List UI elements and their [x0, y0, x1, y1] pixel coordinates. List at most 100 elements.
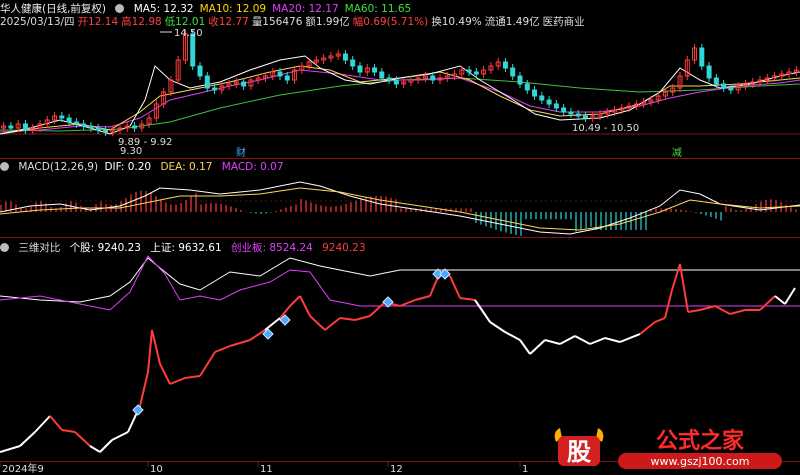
candle-body	[81, 123, 87, 127]
stock-line-segment	[729, 309, 746, 315]
stock-line-segment	[369, 301, 386, 317]
candle-body	[473, 71, 479, 75]
stock-line-segment	[474, 299, 491, 323]
candle-body	[277, 71, 283, 77]
stock-line-segment	[289, 295, 301, 307]
stock-line-segment	[574, 335, 591, 345]
signal-diamonds[interactable]	[132, 268, 451, 416]
candlesticks[interactable]	[1, 30, 799, 136]
stock-line-segment	[759, 295, 776, 311]
stock-line-segment	[664, 289, 673, 319]
macd-histogram	[0, 190, 797, 236]
stock-line-segment	[339, 317, 356, 321]
candle-body	[699, 47, 705, 67]
watermark: 股 公式之家 www.gszj100.com	[550, 424, 790, 472]
candle-body	[510, 67, 516, 77]
candle-body	[582, 115, 588, 119]
stock-line-segment	[169, 377, 186, 385]
candle-body	[524, 83, 530, 91]
candle-body	[721, 83, 727, 89]
stock-line-segment	[139, 371, 149, 407]
candle-body	[386, 77, 392, 81]
x-tick-label: 10	[150, 464, 163, 475]
candle-body	[502, 61, 508, 69]
candle-body	[132, 125, 138, 129]
stock-line-segment	[679, 263, 689, 313]
candle-body	[22, 123, 28, 131]
stock-line-segment	[619, 333, 641, 343]
stock-line-segment	[111, 431, 129, 441]
candle-body	[713, 77, 719, 85]
x-axis: 2024年9 10 11 12 1	[0, 461, 528, 475]
stock-line-segment	[89, 445, 101, 453]
stock-line-segment	[264, 317, 281, 331]
stock-line-segment	[99, 439, 113, 453]
stock-line-segment	[784, 287, 796, 305]
stock-line-segment	[0, 445, 21, 453]
watermark-title: 公式之家	[656, 428, 745, 454]
stock-line-segment	[504, 331, 521, 341]
candle-body	[728, 87, 734, 91]
stock-line-segment	[604, 337, 621, 343]
stock-line-segment	[354, 315, 371, 321]
range-annotation-1: 9.89 - 9.92	[118, 137, 173, 148]
stock-line-segment	[449, 275, 461, 299]
candle-body	[553, 103, 559, 109]
stock-line-segment	[159, 363, 171, 385]
stock-line-segment	[489, 321, 506, 333]
candle-body	[546, 99, 552, 105]
x-tick-label: 2024年9	[2, 462, 44, 475]
stock-line-segment	[19, 431, 36, 447]
event-tag-reduce[interactable]: 减	[672, 147, 682, 159]
stock-line-segment	[519, 339, 531, 355]
ma5-line	[0, 55, 800, 135]
candle-body	[241, 81, 247, 87]
candle-body	[204, 75, 210, 89]
candle-body	[102, 129, 108, 133]
candle-body	[575, 113, 581, 117]
candle-body	[532, 89, 538, 97]
candle-body	[66, 117, 72, 123]
stock-line-segment	[414, 295, 431, 301]
stock-line-segment	[671, 263, 681, 291]
watermark-logo: 股	[567, 438, 591, 466]
stock-line-segment	[529, 339, 546, 355]
candle-body	[430, 75, 436, 81]
high-annotation: 14.50	[174, 28, 203, 39]
stock-line-segment	[714, 305, 731, 315]
watermark-url: www.gszj100.com	[650, 455, 749, 468]
range-annotation-2: 10.49 - 10.50	[572, 123, 639, 134]
stock-line-segment	[229, 339, 251, 347]
stock-line-segment	[74, 431, 91, 447]
candle-body	[8, 125, 14, 129]
x-tick-label: 12	[390, 464, 403, 475]
stock-line-segment	[34, 415, 51, 433]
chart-canvas[interactable]: 14.50 9.30 9.89 - 9.92 10.49 - 10.50 财 减…	[0, 0, 800, 475]
stock-line-segment	[151, 329, 161, 365]
candle-body	[568, 111, 574, 115]
stock-line-segment	[459, 297, 476, 301]
stock-line-segment	[199, 351, 216, 377]
stock-line-segment	[639, 321, 656, 335]
candle-body	[379, 71, 385, 79]
stock-line-segment	[559, 335, 576, 345]
candle-body	[342, 53, 348, 61]
stock-line-segment	[249, 329, 266, 341]
candle-body	[95, 127, 101, 131]
candle-body	[350, 59, 356, 67]
candle-body	[73, 121, 79, 125]
x-tick-label: 1	[522, 464, 528, 475]
event-tag-fin[interactable]: 财	[236, 146, 246, 159]
stock-line-segment	[61, 429, 76, 433]
stock-line-segment	[214, 345, 231, 353]
stock-line-segment	[687, 309, 701, 313]
stock-line-segment	[309, 315, 326, 331]
candle-body	[88, 125, 94, 129]
candle-body	[517, 75, 523, 85]
stock-line-segment	[654, 317, 666, 323]
stock-line-segment	[544, 339, 561, 345]
stock-line-segment	[299, 295, 311, 317]
candle-body	[372, 67, 378, 73]
stock-line-segment	[324, 317, 341, 331]
stock-line-segment	[184, 375, 201, 379]
